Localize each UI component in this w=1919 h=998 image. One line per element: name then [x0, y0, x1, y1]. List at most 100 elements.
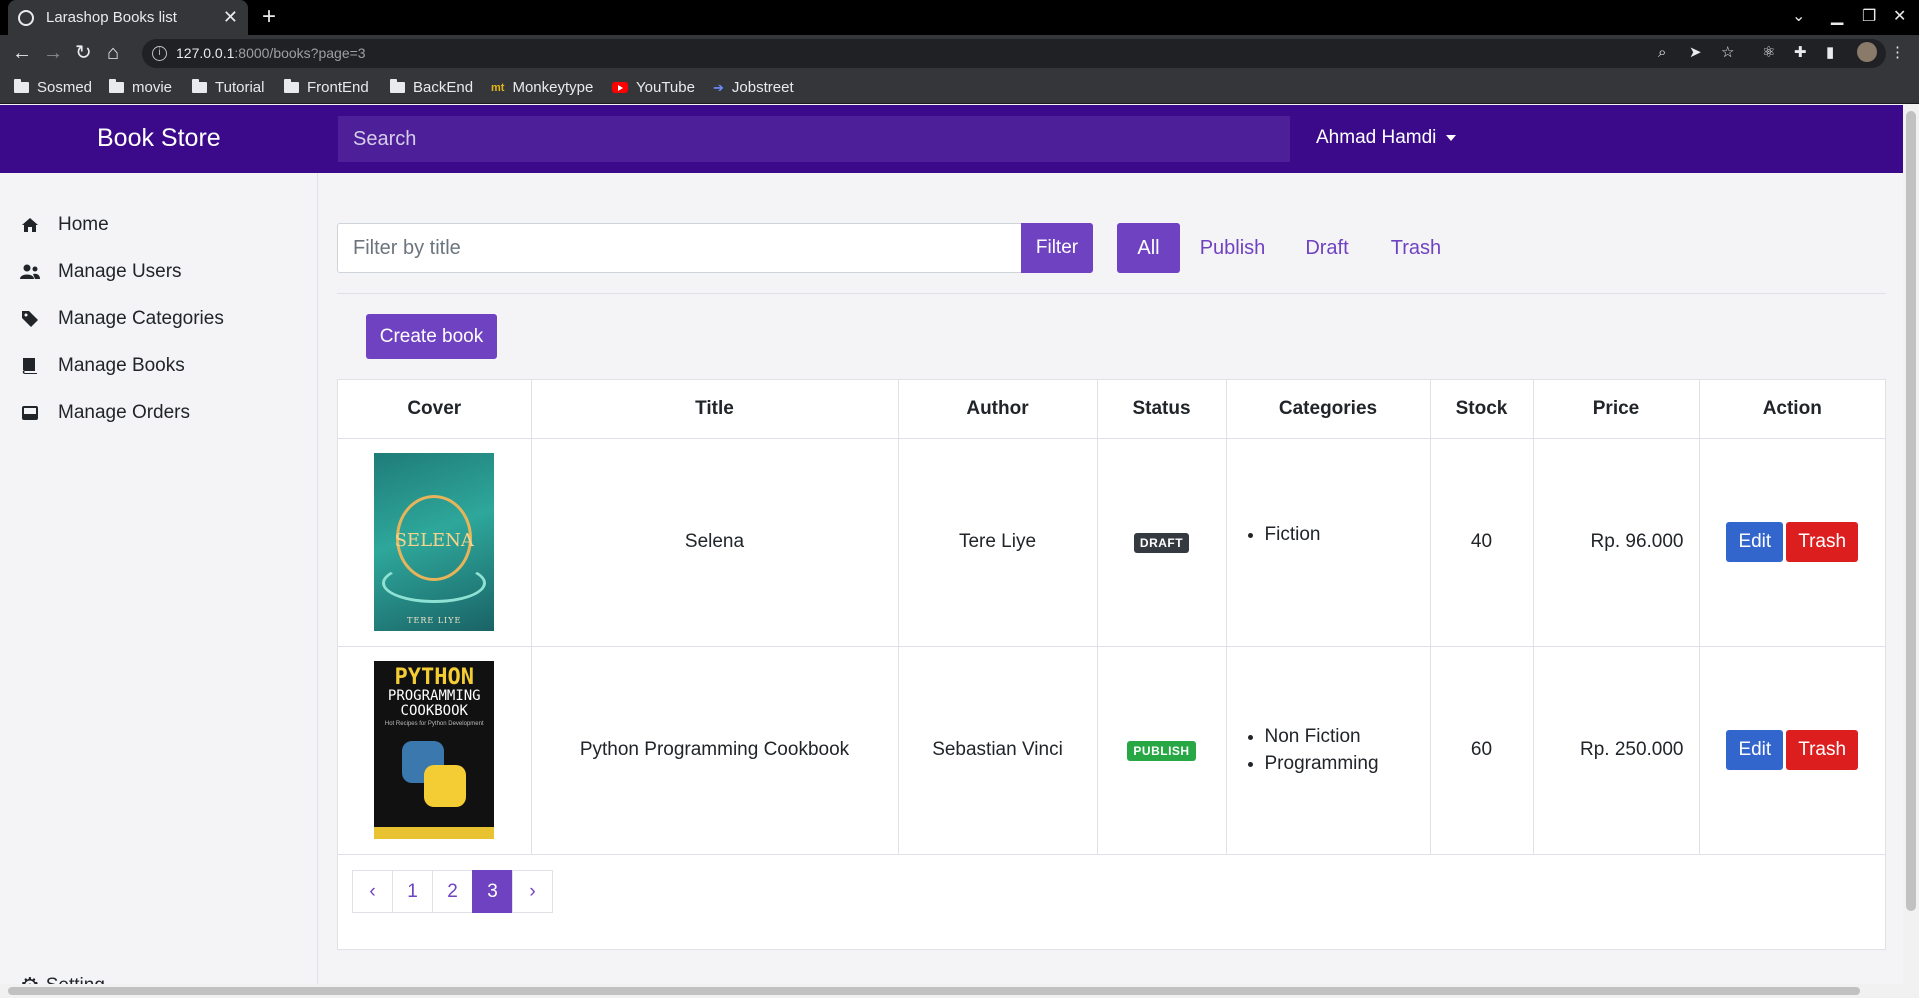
restore-icon[interactable]: ❐ [1862, 6, 1876, 26]
bookmark-star-icon[interactable]: ☆ [1721, 45, 1734, 61]
cover-ornament [382, 563, 487, 603]
table-row: PYTHON PROGRAMMING COOKBOOK Hot Recipes … [338, 646, 1885, 855]
brand[interactable]: Book Store [97, 124, 221, 153]
user-dropdown[interactable]: Ahmad Hamdi [1316, 127, 1457, 149]
home-browser-icon[interactable]: ⌂ [107, 42, 119, 64]
categories-cell: Non Fiction Programming [1226, 646, 1431, 855]
bookmark-backend[interactable]: BackEnd [390, 79, 473, 96]
tab-all[interactable]: All [1117, 223, 1180, 273]
status-badge: DRAFT [1133, 533, 1190, 553]
app-navbar: Book Store Ahmad Hamdi [0, 105, 1903, 173]
cover-subtitle: PROGRAMMING COOKBOOK [387, 688, 481, 719]
filter-title-input[interactable] [337, 223, 1022, 273]
horizontal-scrollbar[interactable] [0, 984, 1903, 998]
pagination-page-1[interactable]: 1 [392, 870, 433, 913]
divider [337, 293, 1886, 294]
tab-draft[interactable]: Draft [1293, 223, 1361, 273]
bookmark-label: Jobstreet [731, 79, 794, 96]
column-header-author: Author [898, 380, 1098, 439]
sidebar-item-manage-books[interactable]: Manage Books [20, 352, 185, 380]
extension-react-icon[interactable]: ⚛ [1762, 45, 1775, 61]
browser-tab[interactable]: Larashop Books list ✕ [8, 0, 248, 35]
cover-cell: SELENA TERE LIYE [338, 438, 532, 647]
edit-button[interactable]: Edit [1726, 522, 1784, 562]
tab-publish[interactable]: Publish [1190, 223, 1275, 273]
bookmark-label: Monkeytype [512, 79, 594, 96]
profile-avatar[interactable] [1857, 42, 1877, 62]
price-cell: Rp. 96.000 [1533, 438, 1700, 647]
pagination-page-2[interactable]: 2 [432, 870, 473, 913]
trash-button[interactable]: Trash [1786, 730, 1859, 770]
pagination-prev[interactable]: ‹ [352, 870, 393, 913]
sidebar-item-label: Manage Users [58, 261, 182, 282]
folder-icon [14, 79, 29, 93]
bookmark-jobstreet[interactable]: ➔ Jobstreet [713, 79, 794, 96]
jobstreet-icon: ➔ [713, 79, 724, 95]
pagination-page-3[interactable]: 3 [472, 870, 513, 913]
folder-icon [284, 79, 299, 93]
new-tab-button[interactable]: + [262, 4, 276, 30]
tab-search-icon[interactable]: ⌄ [1792, 6, 1805, 26]
pagination: ‹ 1 2 3 › [352, 870, 553, 913]
bookmark-sosmed[interactable]: Sosmed [14, 79, 92, 96]
close-window-icon[interactable]: ✕ [1893, 6, 1906, 26]
bookmark-movie[interactable]: movie [109, 79, 172, 96]
reload-icon[interactable]: ↻ [75, 42, 92, 64]
side-panel-icon[interactable]: ▮ [1826, 45, 1834, 61]
tag-icon [20, 310, 40, 328]
trash-button[interactable]: Trash [1786, 522, 1859, 562]
category-list: Fiction [1247, 521, 1430, 548]
bookmark-monkeytype[interactable]: mt Monkeytype [491, 79, 593, 96]
zoom-icon[interactable]: ⌕ [1658, 45, 1666, 61]
back-icon[interactable]: ← [12, 42, 32, 64]
action-cell: Edit Trash [1699, 438, 1885, 647]
sidebar-item-label: Manage Categories [58, 308, 224, 329]
forward-icon[interactable]: → [43, 42, 63, 64]
bookmark-label: Sosmed [37, 79, 93, 96]
bookmark-frontend[interactable]: FrontEnd [284, 79, 369, 96]
sidebar-item-home[interactable]: Home [20, 211, 109, 239]
cover-tagline: Hot Recipes for Python Development [384, 721, 484, 727]
bookmark-youtube[interactable]: YouTube [612, 79, 695, 96]
minimize-icon[interactable]: ▁ [1831, 6, 1843, 26]
youtube-icon [612, 82, 628, 93]
monkeytype-icon: mt [491, 81, 505, 94]
sidebar-item-manage-orders[interactable]: Manage Orders [20, 399, 190, 427]
close-tab-icon[interactable]: ✕ [223, 7, 238, 28]
address-bar[interactable]: i 127.0.0.1:8000/books?page=3 [142, 39, 1886, 68]
book-icon [20, 357, 40, 375]
column-header-action: Action [1699, 380, 1885, 439]
column-header-stock: Stock [1430, 380, 1534, 439]
site-info-icon[interactable]: i [152, 46, 167, 61]
horizontal-scroll-thumb[interactable] [8, 987, 1860, 995]
status-cell: PUBLISH [1097, 646, 1227, 855]
url-path: :8000/books?page=3 [234, 45, 366, 61]
folder-icon [192, 79, 207, 93]
create-book-button[interactable]: Create book [366, 314, 497, 359]
tab-trash[interactable]: Trash [1379, 223, 1453, 273]
folder-icon [390, 79, 405, 93]
stock-cell: 60 [1430, 646, 1534, 855]
vertical-scrollbar[interactable] [1903, 105, 1919, 998]
vertical-scroll-thumb[interactable] [1906, 111, 1916, 911]
column-header-categories: Categories [1226, 380, 1431, 439]
python-logo-icon [424, 765, 467, 807]
sidebar-item-manage-users[interactable]: Manage Users [20, 258, 182, 286]
send-icon[interactable]: ➤ [1689, 45, 1702, 61]
column-header-cover: Cover [338, 380, 532, 439]
category-list: Non Fiction Programming [1247, 723, 1430, 777]
extensions-puzzle-icon[interactable]: ✚ [1794, 45, 1807, 61]
sidebar-item-manage-categories[interactable]: Manage Categories [20, 305, 224, 333]
filter-button[interactable]: Filter [1021, 223, 1093, 273]
bookmark-tutorial[interactable]: Tutorial [192, 79, 264, 96]
bookmark-label: movie [132, 79, 173, 96]
edit-button[interactable]: Edit [1726, 730, 1784, 770]
cover-title: PYTHON [394, 665, 474, 690]
cover-cell: PYTHON PROGRAMMING COOKBOOK Hot Recipes … [338, 646, 532, 855]
pagination-next[interactable]: › [512, 870, 553, 913]
search-input[interactable] [338, 116, 1290, 162]
bookmarks-bar: Sosmed movie Tutorial FrontEnd BackEnd m… [0, 72, 1919, 104]
menu-dots-icon[interactable]: ⋮ [1890, 45, 1905, 61]
bookmark-label: YouTube [636, 79, 695, 96]
author-cell: Sebastian Vinci [898, 646, 1098, 855]
